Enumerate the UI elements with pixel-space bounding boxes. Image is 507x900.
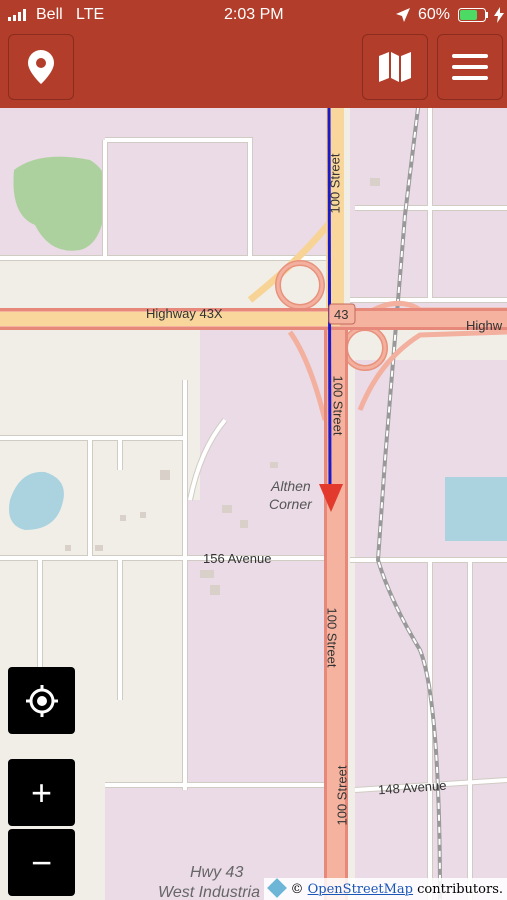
label-place-althen: Althen <box>271 478 311 494</box>
label-100-street-lower: 100 Street <box>324 607 340 668</box>
label-100-street-top: 100 Street <box>327 153 343 214</box>
attribution-prefix: © <box>290 881 304 897</box>
toolbar <box>0 30 507 108</box>
location-button[interactable] <box>8 34 74 100</box>
map-view[interactable]: Highway 43X Highw 43 100 Street 100 Stre… <box>0 108 507 900</box>
map-icon <box>379 52 411 82</box>
battery-percent: 60% <box>418 6 451 23</box>
map-attribution: © OpenStreetMap contributors. <box>264 878 507 900</box>
zoom-out-button[interactable]: − <box>8 829 75 896</box>
openstreetmap-link[interactable]: OpenStreetMap <box>308 882 413 897</box>
menu-icon <box>452 54 488 80</box>
zoom-in-label: + <box>30 771 53 813</box>
zoom-in-button[interactable]: + <box>8 759 75 826</box>
label-highway-east: Highw <box>466 318 503 333</box>
signal-icon <box>8 9 26 21</box>
locate-button[interactable] <box>8 667 75 734</box>
map-button[interactable] <box>362 34 428 100</box>
clock: 2:03 PM <box>224 6 284 23</box>
label-highway-shield: 43 <box>334 307 349 322</box>
label-industrial-2: West Industria <box>158 884 260 900</box>
label-100-street-mid: 100 Street <box>330 375 346 436</box>
network-label: LTE <box>76 6 105 23</box>
charging-bolt-icon <box>494 7 504 23</box>
status-bar: Bell LTE 2:03 PM 60% <box>0 0 507 30</box>
carrier-label: Bell <box>36 6 63 23</box>
zoom-out-label: − <box>30 841 53 883</box>
label-place-corner: Corner <box>269 496 312 512</box>
battery-icon <box>458 8 488 22</box>
location-pin-icon <box>28 50 54 84</box>
label-100-street-bottom: 100 Street <box>334 765 350 826</box>
attribution-suffix: contributors. <box>417 881 503 897</box>
crosshair-icon <box>25 684 58 717</box>
label-industrial-1: Hwy 43 <box>190 864 244 881</box>
location-arrow-icon <box>396 8 410 22</box>
label-highway-43x: Highway 43X <box>146 306 223 321</box>
osm-logo-icon <box>267 878 288 898</box>
label-156-avenue: 156 Avenue <box>203 551 272 566</box>
menu-button[interactable] <box>437 34 503 100</box>
